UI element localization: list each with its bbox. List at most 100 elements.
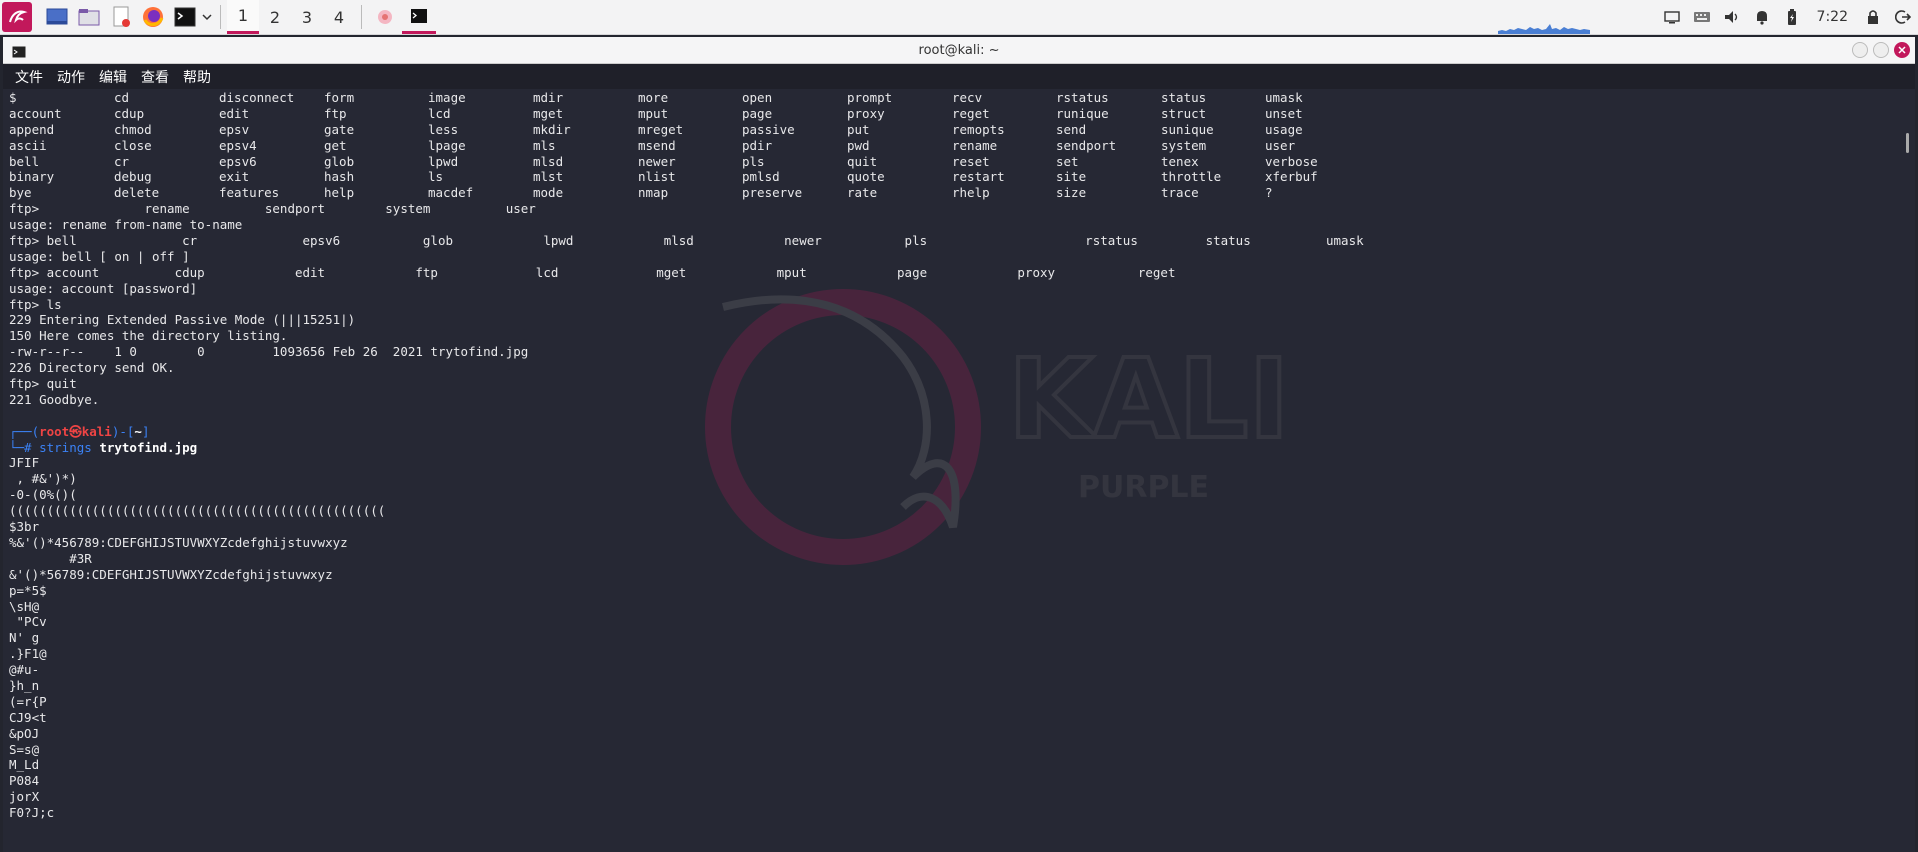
menu-view[interactable]: 查看 <box>141 67 169 87</box>
strings-output-line: \sH@ <box>9 598 40 614</box>
terminal-output[interactable]: $ cd disconnect form image mdir more open prompt… <box>9 90 1899 850</box>
logout-icon[interactable] <box>1888 0 1918 34</box>
command-grid-cell: open <box>742 90 773 105</box>
command-grid-cell: exit <box>219 169 250 185</box>
command-grid-cell: reset <box>952 153 990 169</box>
command-grid-row: bell cr epsv6 glob lpwd mlsd newer pls quit reset… <box>9 154 1899 170</box>
command-grid-cell: sunique <box>1161 121 1214 137</box>
command-grid-cell: unset <box>1265 105 1303 121</box>
command-grid-cell: rstatus <box>1056 90 1109 105</box>
command-grid-cell: less <box>428 121 459 137</box>
command-grid-cell: page <box>742 105 773 121</box>
strings-output-line: @#u- <box>9 662 40 678</box>
command-grid-cell: lpage <box>428 137 466 153</box>
command-grid-cell: throttle <box>1161 169 1222 185</box>
terminal-line: 229 Entering Extended Passive Mode (|||1… <box>9 312 356 328</box>
command-grid-cell: pwd <box>847 137 870 153</box>
show-desktop-icon[interactable] <box>44 4 70 30</box>
command-grid-cell: sendport <box>1056 137 1117 153</box>
menu-action[interactable]: 动作 <box>57 67 85 87</box>
strings-output-line: F0?J;c <box>9 805 55 821</box>
command-grid-cell: pmlsd <box>742 169 780 185</box>
text-editor-icon[interactable] <box>108 4 134 30</box>
strings-output-line: P084 <box>9 773 40 789</box>
command-grid-cell: runique <box>1056 105 1109 121</box>
command-grid-cell: debug <box>114 169 152 185</box>
command-grid-cell: mlst <box>533 169 564 185</box>
maximize-button[interactable] <box>1873 42 1889 58</box>
strings-output-line: $3br <box>9 519 40 535</box>
command-grid-cell: cdup <box>114 105 145 121</box>
close-icon <box>1898 46 1906 54</box>
window-titlebar[interactable]: root@kali: ~ <box>3 37 1915 64</box>
terminal-line: usage: account [password] <box>9 280 198 296</box>
menu-help[interactable]: 帮助 <box>183 67 211 87</box>
command-grid-cell: size <box>1056 185 1087 201</box>
file-manager-icon[interactable] <box>76 4 102 30</box>
command-grid-cell: bye <box>9 185 32 201</box>
command-grid-cell: tenex <box>1161 153 1199 169</box>
battery-icon[interactable] <box>1777 0 1807 34</box>
task-button-terminal[interactable] <box>402 0 436 34</box>
menu-file[interactable]: 文件 <box>15 67 43 87</box>
command-grid-cell: set <box>1056 153 1079 169</box>
taskbar: 1 2 3 4 7:22 <box>0 0 1918 35</box>
menubar: 文件 动作 编辑 查看 帮助 <box>3 64 1915 89</box>
screen-icon[interactable] <box>1657 0 1687 34</box>
clock[interactable]: 7:22 <box>1817 9 1848 25</box>
command-grid-cell: usage <box>1265 121 1303 137</box>
firefox-icon[interactable] <box>140 4 166 30</box>
kali-menu-icon[interactable] <box>2 2 32 32</box>
command-grid-cell: status <box>1161 90 1207 105</box>
command-grid-cell: remopts <box>952 121 1005 137</box>
strings-output-line: jorX <box>9 789 40 805</box>
volume-icon[interactable] <box>1717 0 1747 34</box>
command-grid-cell: passive <box>742 121 795 137</box>
menu-edit[interactable]: 编辑 <box>99 67 127 87</box>
lock-screen-icon[interactable] <box>1858 0 1888 34</box>
command-grid-cell: user <box>1265 137 1296 153</box>
workspace-4[interactable]: 4 <box>323 0 355 34</box>
command-grid-cell: mlsd <box>533 153 564 169</box>
command-grid-cell: hash <box>324 169 355 185</box>
minimize-button[interactable] <box>1852 42 1868 58</box>
command-grid-cell: ascii <box>9 137 47 153</box>
network-monitor-graph <box>1498 24 1590 34</box>
command-grid-cell: send <box>1056 121 1087 137</box>
terminal-window: root@kali: ~ 文件 动作 编辑 查看 帮助 KALI PURPLE … <box>3 37 1915 852</box>
command-grid-cell: $ <box>9 90 17 105</box>
command-grid-cell: close <box>114 137 152 153</box>
keyboard-icon[interactable] <box>1687 0 1717 34</box>
task-button-app[interactable] <box>368 0 402 34</box>
command-grid-cell: delete <box>114 185 160 201</box>
command-grid-cell: account <box>9 105 62 121</box>
terminal-line: ftp> quit <box>9 376 77 392</box>
close-button[interactable] <box>1894 42 1910 58</box>
command-grid-cell: form <box>324 90 355 105</box>
strings-output-line: -0-(0%()( <box>9 487 77 503</box>
terminal-scrollbar[interactable] <box>1906 133 1909 153</box>
workspace-3[interactable]: 3 <box>291 0 323 34</box>
terminal-line: usage: bell [ on | off ] <box>9 248 190 264</box>
command-grid-cell: pls <box>742 153 765 169</box>
command-grid-cell: mkdir <box>533 121 571 137</box>
command-grid-cell: bell <box>9 153 40 169</box>
command-grid-cell: help <box>324 185 355 201</box>
command-grid-cell: trace <box>1161 185 1199 201</box>
notification-bell-icon[interactable] <box>1747 0 1777 34</box>
workspace-1[interactable]: 1 <box>227 0 259 34</box>
command-grid-cell: quote <box>847 169 885 185</box>
command-grid-cell: struct <box>1161 105 1207 121</box>
terminal-launcher-icon[interactable] <box>172 4 198 30</box>
command-grid-cell: nlist <box>638 169 676 185</box>
command-grid-cell: edit <box>219 105 250 121</box>
command-grid-cell: proxy <box>847 105 885 121</box>
terminal-line: ftp> ls <box>9 296 62 312</box>
command-grid-cell: msend <box>638 137 676 153</box>
workspace-2[interactable]: 2 <box>259 0 291 34</box>
command-grid-cell: recv <box>952 90 983 105</box>
terminal-window-icon <box>12 43 26 62</box>
terminal-line: ftp> account cdup edit ftp lcd mget mput… <box>9 264 1176 280</box>
command-grid-cell: image <box>428 90 466 105</box>
chevron-down-icon[interactable] <box>200 13 214 21</box>
